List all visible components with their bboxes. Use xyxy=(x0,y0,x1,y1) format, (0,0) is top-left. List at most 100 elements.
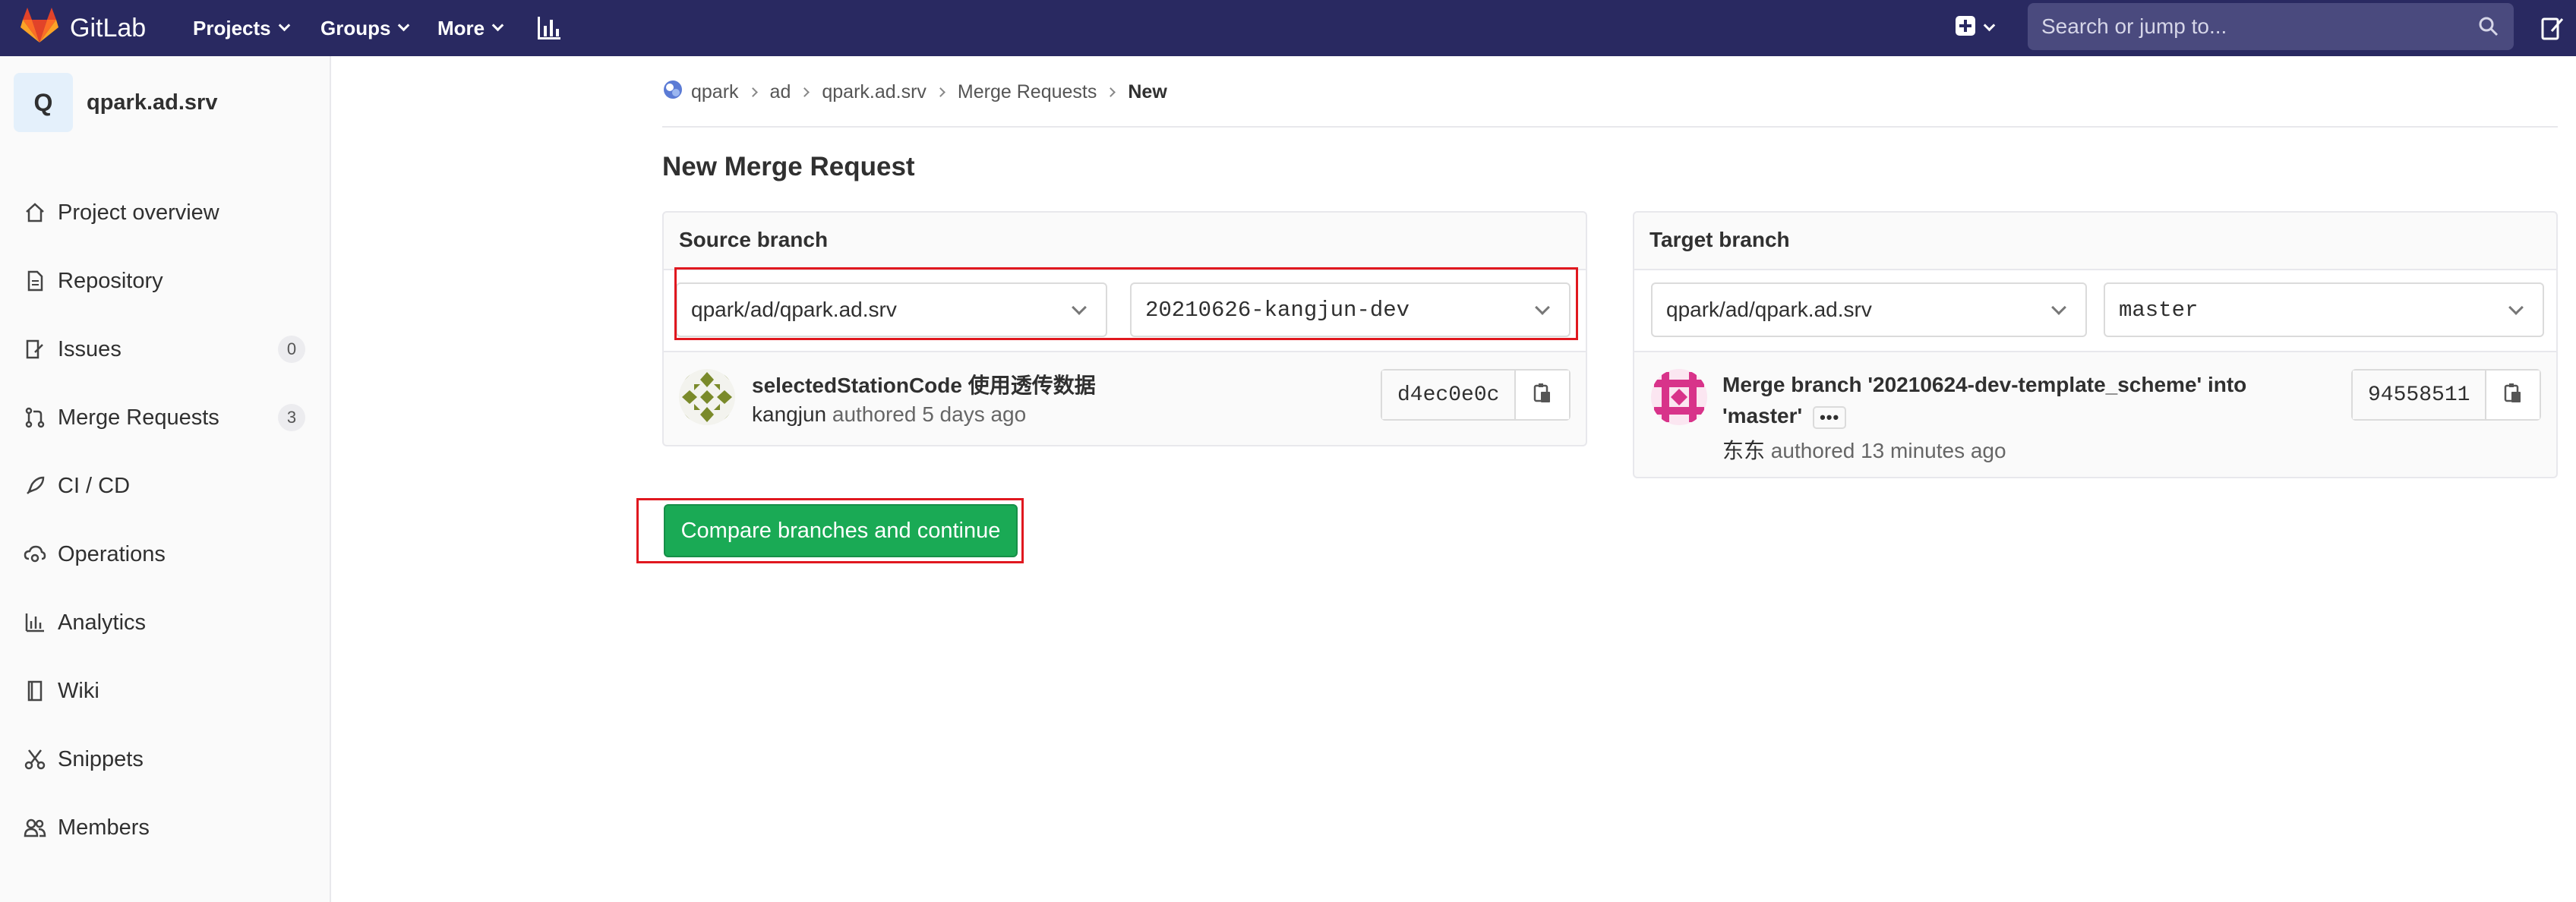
target-commit-title[interactable]: Merge branch '20210624-dev-template_sche… xyxy=(1722,369,2322,431)
chart-icon xyxy=(23,610,47,635)
target-commit-authored-text: authored 13 minutes ago xyxy=(1770,439,2006,462)
top-navbar: GitLab Projects Groups More Search or ju… xyxy=(0,0,2576,56)
merge-requests-count-badge: 3 xyxy=(278,404,305,431)
target-branch-dropdown[interactable]: master xyxy=(2104,282,2544,337)
sidebar-item-label: Merge Requests xyxy=(58,405,219,430)
copy-sha-button[interactable] xyxy=(2486,371,2540,419)
projects-menu-label: Projects xyxy=(193,16,271,39)
plus-square-icon xyxy=(1955,15,1976,42)
sidebar-item-snippets[interactable]: Snippets xyxy=(0,729,330,790)
target-branch-panel: Target branch qpark/ad/qpark.ad.srv mast… xyxy=(1633,211,2558,478)
breadcrumb: qpark ad qpark.ad.srv Merge Requests New xyxy=(662,76,1167,108)
source-commit-authored-text: authored 5 days ago xyxy=(832,402,1027,426)
sidebar-item-label: Snippets xyxy=(58,746,144,771)
chevron-right-icon xyxy=(747,87,758,97)
chevron-right-icon xyxy=(1106,87,1116,97)
sidebar-item-label: Issues xyxy=(58,336,122,361)
sidebar-item-members[interactable]: Members xyxy=(0,797,330,858)
groups-menu-label: Groups xyxy=(320,16,391,39)
git-merge-icon xyxy=(23,405,47,430)
chevron-right-icon xyxy=(936,87,945,97)
sidebar-item-issues[interactable]: Issues 0 xyxy=(0,319,330,380)
chevron-down-icon xyxy=(278,19,290,31)
source-commit-sha[interactable]: d4ec0e0c xyxy=(1382,371,1517,419)
target-project-value: qpark/ad/qpark.ad.srv xyxy=(1666,298,1872,321)
target-branch-title: Target branch xyxy=(1649,228,1790,251)
breadcrumb-link-ad[interactable]: ad xyxy=(770,81,791,103)
project-avatar: Q xyxy=(14,73,73,132)
gitlab-home-link[interactable]: GitLab xyxy=(20,0,146,56)
breadcrumb-link-project[interactable]: qpark.ad.srv xyxy=(822,81,927,103)
chevron-down-icon xyxy=(1983,19,1996,31)
todo-edit-icon[interactable] xyxy=(2541,0,2564,56)
target-commit-title-line2: 'master' xyxy=(1722,404,1803,427)
sidebar-item-label: Analytics xyxy=(58,610,147,635)
breadcrumb-link-merge-requests[interactable]: Merge Requests xyxy=(958,81,1097,103)
target-commit-sha[interactable]: 94558511 xyxy=(2353,371,2487,419)
target-commit-sha-group: 94558511 xyxy=(2351,369,2542,421)
sidebar-item-label: Members xyxy=(58,815,150,840)
sidebar-item-label: Wiki xyxy=(58,678,99,703)
chevron-down-icon xyxy=(491,19,504,31)
breadcrumb-link-qpark[interactable]: qpark xyxy=(691,81,739,103)
page-title: New Merge Request xyxy=(662,152,915,181)
sidebar-item-analytics[interactable]: Analytics xyxy=(0,592,330,653)
groups-menu[interactable]: Groups xyxy=(320,0,410,56)
users-icon xyxy=(23,815,47,840)
issues-icon xyxy=(23,337,47,361)
scissors-icon xyxy=(23,747,47,771)
copy-sha-button[interactable] xyxy=(1516,371,1570,419)
activity-chart-icon[interactable] xyxy=(536,0,562,56)
home-icon xyxy=(23,200,47,225)
search-icon xyxy=(2477,15,2500,43)
gitlab-logo-icon xyxy=(20,7,59,49)
source-commit-meta: kangjun authored 5 days ago xyxy=(752,402,1026,427)
sidebar-item-project-overview[interactable]: Project overview xyxy=(0,182,330,243)
issues-count-badge: 0 xyxy=(278,336,305,363)
sidebar-item-merge-requests[interactable]: Merge Requests 3 xyxy=(0,387,330,448)
project-header[interactable]: Q qpark.ad.srv xyxy=(14,73,217,132)
sidebar-item-ci-cd[interactable]: CI / CD xyxy=(0,456,330,516)
project-sidebar: Q qpark.ad.srv Project overview Reposito… xyxy=(0,56,331,902)
chevron-right-icon xyxy=(800,87,810,97)
group-avatar-icon xyxy=(662,79,683,106)
source-commit-title[interactable]: selectedStationCode 使用透传数据 xyxy=(752,369,1096,399)
search-placeholder: Search or jump to... xyxy=(2041,14,2227,38)
gitlab-logo-text: GitLab xyxy=(70,13,147,43)
target-commit-author-avatar xyxy=(1651,369,1707,425)
more-menu-label: More xyxy=(437,16,485,39)
source-branch-title: Source branch xyxy=(679,228,829,251)
search-input[interactable]: Search or jump to... xyxy=(2028,3,2514,50)
sidebar-item-operations[interactable]: Operations xyxy=(0,524,330,585)
target-project-dropdown[interactable]: qpark/ad/qpark.ad.srv xyxy=(1651,282,2087,337)
project-name: qpark.ad.srv xyxy=(87,90,218,115)
chevron-down-icon xyxy=(2051,300,2066,315)
target-commit-author[interactable]: 东东 xyxy=(1722,439,1765,462)
expand-commit-message-button[interactable]: ••• xyxy=(1813,405,1847,429)
target-branch-value: master xyxy=(2119,297,2199,323)
clipboard-icon xyxy=(2503,382,2523,408)
cloud-gear-icon xyxy=(23,542,47,566)
source-commit-author-avatar xyxy=(679,369,735,425)
breadcrumb-current: New xyxy=(1128,80,1167,102)
compare-branches-button[interactable]: Compare branches and continue xyxy=(664,504,1018,557)
source-selectors-highlight xyxy=(674,267,1578,340)
chevron-down-icon xyxy=(398,19,410,31)
book-icon xyxy=(23,679,47,703)
target-branch-selectors: qpark/ad/qpark.ad.srv master xyxy=(1634,269,2556,352)
breadcrumb-divider xyxy=(662,126,2558,128)
projects-menu[interactable]: Projects xyxy=(193,0,290,56)
sidebar-item-wiki[interactable]: Wiki xyxy=(0,661,330,721)
target-commit-title-line1: Merge branch '20210624-dev-template_sche… xyxy=(1722,373,2247,396)
sidebar-item-repository[interactable]: Repository xyxy=(0,251,330,311)
source-commit-sha-group: d4ec0e0c xyxy=(1381,369,1571,421)
source-commit-author[interactable]: kangjun xyxy=(752,402,826,426)
sidebar-item-label: Repository xyxy=(58,268,163,293)
sidebar-item-label: CI / CD xyxy=(58,473,131,498)
sidebar-item-label: Project overview xyxy=(58,200,219,225)
more-menu[interactable]: More xyxy=(437,0,504,56)
chevron-down-icon xyxy=(2508,300,2524,315)
new-item-dropdown[interactable] xyxy=(1955,0,1996,56)
sidebar-item-label: Operations xyxy=(58,541,166,566)
target-commit-meta: 东东 authored 13 minutes ago xyxy=(1722,434,2006,465)
